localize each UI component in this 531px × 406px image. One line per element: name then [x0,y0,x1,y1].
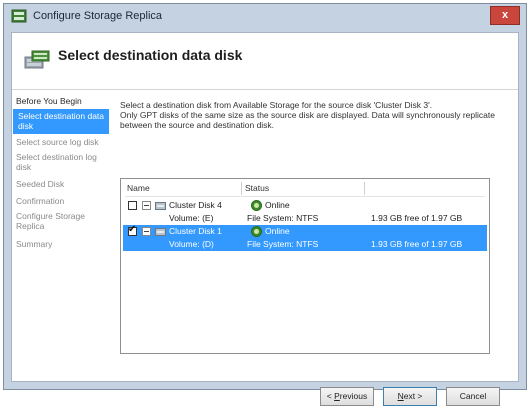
previous-button[interactable]: < Previous [320,387,374,406]
close-button[interactable]: x [490,6,520,25]
disk-status: Online [265,200,290,210]
nav-step-configure-storage-replica: Configure Storage Replica [16,211,85,231]
disk-filesystem: File System: NTFS [247,239,319,249]
wizard-content: Select a destination disk from Available… [116,90,512,406]
wizard-steps-nav: Before You Begin Select destination data… [12,90,110,382]
nav-step-before-you-begin[interactable]: Before You Begin [16,96,108,106]
disk-detail-row: Volume: (E) File System: NTFS 1.93 GB fr… [123,212,487,225]
column-separator [241,182,242,195]
next-button[interactable]: Next > [383,387,437,406]
wizard-header: Select destination data disk [12,33,518,90]
disk-free-space: 1.93 GB free of 1.97 GB [371,239,463,249]
collapse-toggle-icon[interactable] [142,201,151,210]
nav-step-confirmation: Confirmation [16,196,65,206]
nav-step-summary: Summary [16,239,53,249]
disk-filesystem: File System: NTFS [247,213,319,223]
online-status-icon [251,200,262,211]
collapse-toggle-icon[interactable] [142,227,151,236]
nav-step-select-destination-data-disk[interactable]: Select destination data disk [13,109,109,134]
nav-step-select-destination-log-disk: Select destination log disk [16,152,97,172]
header-divider [125,196,485,197]
instructions-line-1: Select a destination disk from Available… [120,100,433,110]
available-disks-list[interactable]: Name Status Cluster Disk 4 Online Volume… [120,178,490,354]
column-header-status[interactable]: Status [245,183,269,193]
checkmark-icon: ✔ [128,224,137,235]
server-icon [11,9,27,23]
column-header-name[interactable]: Name [127,183,150,193]
nav-step-seeded-disk: Seeded Disk [16,179,65,189]
cancel-button[interactable]: Cancel [446,387,500,406]
disk-volume: Volume: (D) [169,239,214,249]
online-status-icon [251,226,262,237]
nav-step-select-source-log-disk: Select source log disk [16,137,99,147]
disk-free-space: 1.93 GB free of 1.97 GB [371,213,463,223]
disk-status: Online [265,226,290,236]
title-bar[interactable]: Configure Storage Replica x [4,4,526,29]
storage-replica-icon [24,50,50,69]
disk-row-cluster-disk-4[interactable]: Cluster Disk 4 Online [123,199,487,212]
window-title: Configure Storage Replica [33,10,163,22]
wizard-window: Configure Storage Replica x Select desti… [3,3,527,406]
page-title: Select destination data disk [58,47,243,63]
disk-name: Cluster Disk 4 [169,200,222,210]
previous-label: revious [339,391,368,401]
disk-checkbox[interactable]: ✔ [128,224,137,236]
instructions-text: Select a destination disk from Available… [120,100,500,130]
instructions-line-3: between the source and destination disk. [120,120,275,130]
disk-icon [155,202,166,210]
next-label: ext > [403,391,423,401]
disk-checkbox[interactable] [128,201,137,210]
disk-icon [155,228,166,236]
instructions-line-2: Only GPT disks of the same size as the s… [120,110,495,120]
disk-volume: Volume: (E) [169,213,214,223]
disk-detail-row: Volume: (D) File System: NTFS 1.93 GB fr… [123,238,487,251]
disk-name: Cluster Disk 1 [169,226,222,236]
column-separator [364,182,365,195]
wizard-client-area: Select destination data disk Before You … [11,32,519,406]
disk-row-cluster-disk-1[interactable]: ✔ Cluster Disk 1 Online [123,224,487,238]
